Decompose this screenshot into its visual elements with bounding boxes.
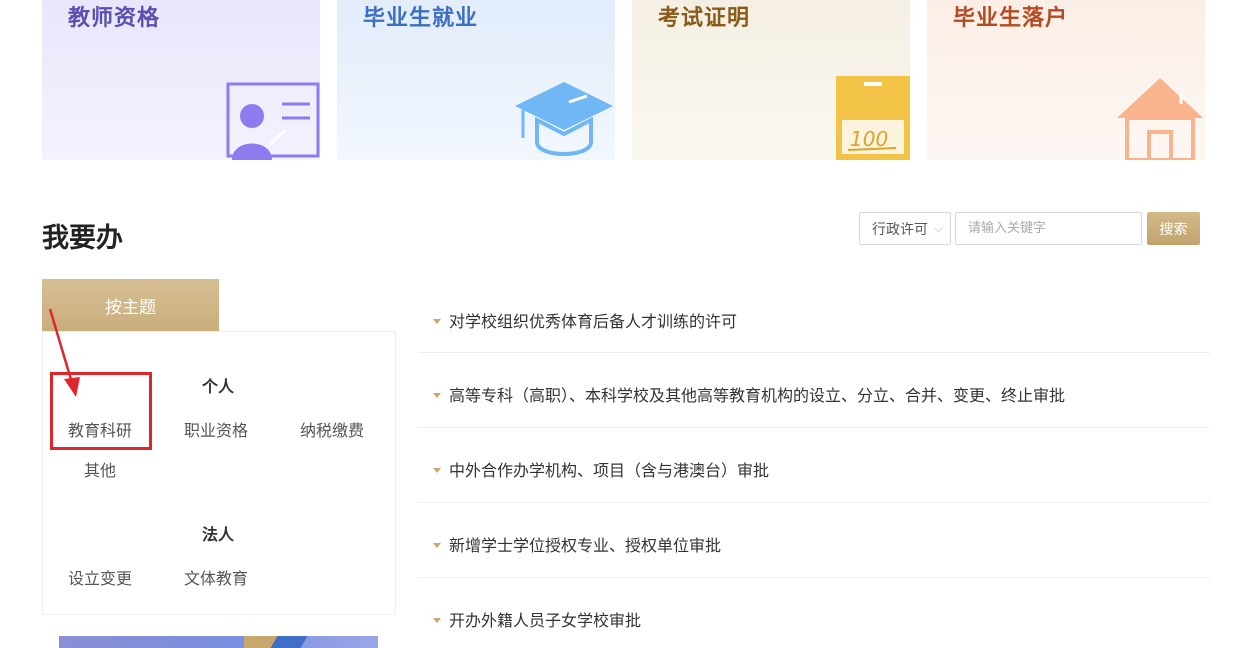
topic-culture-sports-education[interactable]: 文体教育 bbox=[184, 565, 248, 589]
teacher-certificate-icon bbox=[226, 82, 320, 160]
topic-establishment-change[interactable]: 设立变更 bbox=[68, 565, 132, 589]
chevron-down-icon: ⌵ bbox=[934, 221, 943, 235]
score-100-icon: 100 bbox=[836, 76, 910, 160]
card-exam-certificate[interactable]: 考试证明 100 bbox=[632, 0, 910, 160]
caret-down-icon bbox=[433, 392, 441, 398]
list-item-text: 中外合作办学机构、项目（含与港澳台）审批 bbox=[449, 461, 770, 480]
card-graduate-settlement[interactable]: 毕业生落户 bbox=[927, 0, 1205, 160]
group-heading-personal: 个人 bbox=[202, 377, 235, 396]
banner-decoration bbox=[270, 636, 308, 648]
list-item[interactable]: 新增学士学位授权专业、授权单位审批 bbox=[418, 503, 1210, 578]
list-item-text: 对学校组织优秀体育后备人才训练的许可 bbox=[449, 312, 738, 331]
card-title: 毕业生就业 bbox=[363, 6, 479, 31]
list-item[interactable]: 高等专科（高职）、本科学校及其他高等教育机构的设立、分立、合并、变更、终止审批 bbox=[418, 353, 1210, 428]
search-input[interactable] bbox=[955, 212, 1142, 245]
house-icon bbox=[1117, 78, 1203, 160]
list-item-text: 新增学士学位授权专业、授权单位审批 bbox=[449, 536, 722, 555]
caret-down-icon bbox=[433, 617, 441, 623]
topic-tax-payment[interactable]: 纳税缴费 bbox=[300, 417, 364, 441]
svg-text:100: 100 bbox=[850, 127, 888, 151]
annotation-arrow-icon bbox=[48, 308, 80, 397]
graduation-cap-icon bbox=[515, 82, 613, 156]
card-title: 毕业生落户 bbox=[953, 6, 1069, 31]
card-title: 教师资格 bbox=[68, 6, 161, 31]
list-item[interactable]: 开办外籍人员子女学校审批 bbox=[418, 578, 1210, 648]
list-item-text: 高等专科（高职）、本科学校及其他高等教育机构的设立、分立、合并、变更、终止审批 bbox=[449, 386, 1066, 405]
topic-other[interactable]: 其他 bbox=[84, 457, 116, 481]
card-teacher-qualification[interactable]: 教师资格 bbox=[42, 0, 320, 160]
caret-down-icon bbox=[433, 542, 441, 548]
list-item-text: 开办外籍人员子女学校审批 bbox=[449, 611, 642, 630]
list-item[interactable]: 对学校组织优秀体育后备人才训练的许可 bbox=[418, 284, 1210, 353]
caret-down-icon bbox=[433, 318, 441, 324]
filter-selected-value: 行政许可 bbox=[872, 221, 928, 238]
caret-down-icon bbox=[433, 467, 441, 473]
topic-vocational-qualification[interactable]: 职业资格 bbox=[184, 417, 248, 441]
promo-banner[interactable] bbox=[59, 636, 378, 648]
card-graduate-employment[interactable]: 毕业生就业 bbox=[337, 0, 615, 160]
search-button[interactable]: 搜索 bbox=[1147, 212, 1200, 245]
card-title: 考试证明 bbox=[658, 6, 751, 31]
section-title: 我要办 bbox=[42, 223, 123, 254]
list-item[interactable]: 中外合作办学机构、项目（含与港澳台）审批 bbox=[418, 428, 1210, 503]
group-heading-legal-person: 法人 bbox=[202, 525, 235, 544]
category-filter-select[interactable]: 行政许可 ⌵ bbox=[859, 212, 951, 245]
